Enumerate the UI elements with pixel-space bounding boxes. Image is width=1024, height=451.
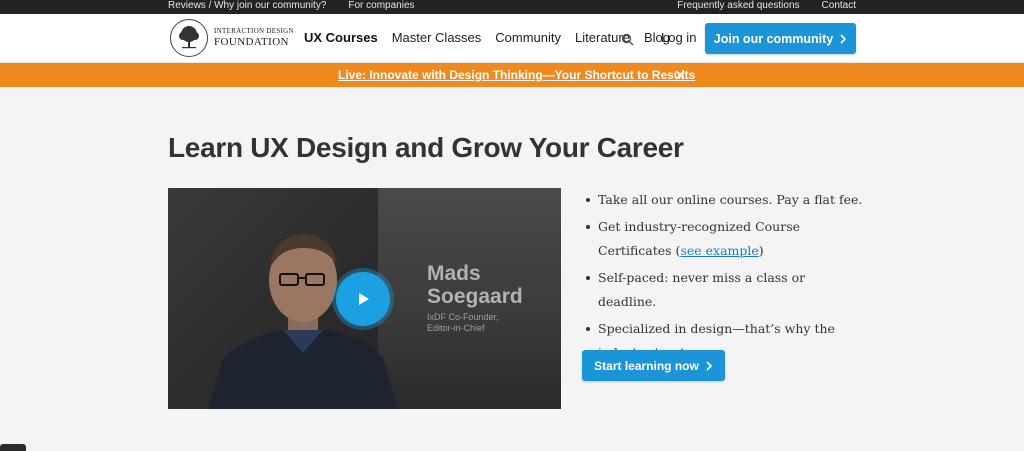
- chevron-right-icon: [840, 33, 847, 44]
- logo-line-2: FOUNDATION: [214, 36, 289, 48]
- benefits-list: Take all our online courses. Pay a flat …: [586, 188, 866, 368]
- ixdf-logo[interactable]: INTERACTION DESIGN FOUNDATION: [170, 19, 294, 57]
- logo-wordmark: INTERACTION DESIGN FOUNDATION: [214, 28, 294, 48]
- intro-video[interactable]: Mads Soegaard IxDF Co-Founder, Editor-in…: [168, 188, 561, 409]
- see-example-link[interactable]: see example: [680, 243, 758, 258]
- search-icon[interactable]: [621, 33, 635, 47]
- presenter-role-line-2: Editor-in-Chief: [427, 323, 485, 333]
- play-icon: [359, 293, 369, 305]
- presenter-role-line-1: IxDF Co-Founder,: [427, 312, 499, 322]
- logo-line-1: INTERACTION DESIGN: [214, 27, 294, 35]
- benefit-self-paced: Self-paced: never miss a class or deadli…: [598, 270, 806, 309]
- benefit-certificates-after: ): [758, 243, 764, 258]
- presenter-first-name: Mads: [427, 262, 481, 285]
- benefit-flat-fee: Take all our online courses. Pay a flat …: [598, 192, 863, 207]
- close-icon[interactable]: [674, 69, 686, 81]
- main-header: INTERACTION DESIGN FOUNDATION UX Courses…: [0, 14, 1024, 63]
- nav-community[interactable]: Community: [495, 30, 561, 45]
- start-learning-button[interactable]: Start learning now: [582, 350, 725, 381]
- join-community-button[interactable]: Join our community: [705, 23, 856, 54]
- login-link[interactable]: Log in: [661, 30, 696, 45]
- contact-link[interactable]: Contact: [822, 0, 856, 12]
- list-item: Take all our online courses. Pay a flat …: [586, 188, 866, 212]
- faq-link[interactable]: Frequently asked questions: [677, 0, 799, 12]
- nav-ux-courses[interactable]: UX Courses: [304, 30, 378, 45]
- presenter-name: Mads Soegaard: [427, 262, 523, 308]
- page-title: Learn UX Design and Grow Your Career: [168, 132, 684, 163]
- topbar-left-links: Reviews / Why join our community? For co…: [168, 0, 415, 12]
- presenter-last-name: Soegaard: [427, 285, 523, 308]
- top-utility-bar: Reviews / Why join our community? For co…: [0, 0, 1024, 14]
- list-item: Self-paced: never miss a class or deadli…: [586, 266, 866, 314]
- promo-link[interactable]: Live: Innovate with Design Thinking—Your…: [338, 68, 695, 82]
- join-button-label: Join our community: [713, 31, 834, 46]
- list-item: Get industry-recognized Course Certifica…: [586, 215, 866, 263]
- nav-master-classes[interactable]: Master Classes: [392, 30, 482, 45]
- promo-banner: Live: Innovate with Design Thinking—Your…: [0, 63, 1024, 87]
- topbar-right-links: Frequently asked questions Contact: [677, 0, 856, 12]
- chat-widget-tab[interactable]: [0, 444, 26, 451]
- start-learning-label: Start learning now: [594, 358, 699, 373]
- presenter-role: IxDF Co-Founder, Editor-in-Chief: [427, 312, 499, 334]
- reviews-link[interactable]: Reviews / Why join our community?: [168, 0, 326, 12]
- tree-logo-icon: [170, 19, 208, 57]
- for-companies-link[interactable]: For companies: [348, 0, 414, 12]
- chevron-right-icon: [706, 360, 712, 371]
- play-button[interactable]: [336, 272, 390, 326]
- main-nav: UX Courses Master Classes Community Lite…: [304, 30, 670, 45]
